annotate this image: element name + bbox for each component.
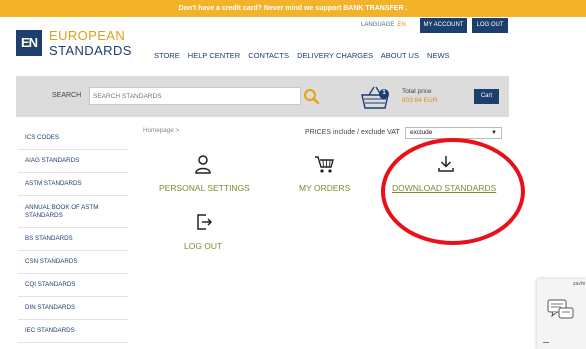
sidebar-item-iec-standards[interactable]: IEC STANDARDS	[18, 320, 128, 343]
nav-item-store[interactable]: STORE	[154, 51, 180, 60]
cart-icon-button[interactable]: 1	[358, 82, 394, 112]
nav-item-about-us[interactable]: ABOUT US	[381, 51, 419, 60]
cart-count-badge: 1	[382, 89, 386, 96]
my-orders-link[interactable]: MY ORDERS	[299, 183, 350, 193]
sidebar-item-aiag-standards[interactable]: AIAG STANDARDS	[18, 150, 128, 173]
vat-toggle-label: PRICES include / exclude VAT	[305, 129, 400, 136]
shopping-basket-icon	[361, 86, 389, 109]
sidebar-item-din-standards[interactable]: DIN STANDARDS	[18, 297, 128, 320]
search-label: SEARCH	[52, 92, 82, 99]
language-label: LANGUAGE	[361, 22, 395, 28]
sidebar-item-annual-book-astm[interactable]: ANNUAL BOOK OF ASTM STANDARDS	[18, 196, 128, 228]
logout-icon[interactable]	[194, 212, 214, 232]
sidebar-item-astm-standards[interactable]: ASTM STANDARDS	[18, 173, 128, 196]
total-price-label: Total price	[402, 88, 432, 95]
download-standards-link[interactable]: DOWNLOAD STANDARDS	[392, 183, 496, 193]
sidebar-item-csn-standards[interactable]: CSN STANDARDS	[18, 251, 128, 274]
sidebar-item-cqi-standards[interactable]: CQI STANDARDS	[18, 274, 128, 297]
language-code[interactable]: EN	[397, 22, 405, 28]
chat-widget-text: zavře	[573, 281, 586, 287]
total-price-value: 803.64 EUR	[402, 97, 438, 104]
nav-item-news[interactable]: NEWS	[427, 51, 450, 60]
cart-icon[interactable]	[314, 154, 334, 174]
category-sidebar: ICS CODES AIAG STANDARDS ASTM STANDARDS …	[18, 127, 128, 343]
logo-line-1: EUROPEAN	[49, 28, 126, 43]
breadcrumb: Homepage >	[143, 127, 179, 134]
chat-minimize-icon[interactable]	[543, 342, 549, 343]
logo-mark: EN	[16, 30, 42, 56]
logo-line-2: STANDARDS	[49, 43, 132, 58]
vat-select-value: exclude	[410, 129, 433, 136]
vat-select[interactable]: exclude ▼	[405, 127, 502, 139]
log-out-link[interactable]: LOG OUT	[184, 241, 222, 251]
logout-button[interactable]: LOG OUT	[472, 18, 508, 33]
download-icon[interactable]	[436, 154, 456, 174]
search-input[interactable]	[89, 87, 301, 105]
nav-item-contacts[interactable]: CONTACTS	[248, 51, 289, 60]
sidebar-item-ics-codes[interactable]: ICS CODES	[18, 127, 128, 150]
chevron-down-icon: ▼	[491, 130, 497, 136]
search-button[interactable]	[301, 86, 321, 106]
user-icon[interactable]	[193, 154, 213, 174]
site-logo[interactable]: EN EUROPEAN STANDARDS	[16, 28, 146, 62]
nav-item-delivery-charges[interactable]: DELIVERY CHARGES	[297, 51, 373, 60]
search-bar: SEARCH 1 Total price 803.64 EUR Cart	[16, 76, 509, 117]
cart-button[interactable]: Cart	[474, 89, 499, 104]
chat-widget[interactable]: zavře	[537, 279, 586, 349]
promo-bar: Don't have a credit card? Never mind we …	[0, 0, 586, 17]
personal-settings-link[interactable]: PERSONAL SETTINGS	[159, 183, 250, 193]
magnifier-icon	[303, 88, 320, 105]
sidebar-item-bs-standards[interactable]: BS STANDARDS	[18, 228, 128, 251]
nav-item-help-center[interactable]: HELP CENTER	[188, 51, 240, 60]
main-nav: STORE HELP CENTER CONTACTS DELIVERY CHAR…	[154, 51, 456, 60]
chat-bubbles-icon[interactable]	[547, 299, 575, 321]
language-switcher[interactable]: LANGUAGE EN	[361, 22, 406, 28]
promo-text: Don't have a credit card? Never mind we …	[178, 5, 408, 12]
my-account-button[interactable]: MY ACCOUNT	[420, 18, 467, 33]
breadcrumb-home[interactable]: Homepage	[143, 127, 174, 134]
breadcrumb-separator: >	[175, 127, 180, 134]
